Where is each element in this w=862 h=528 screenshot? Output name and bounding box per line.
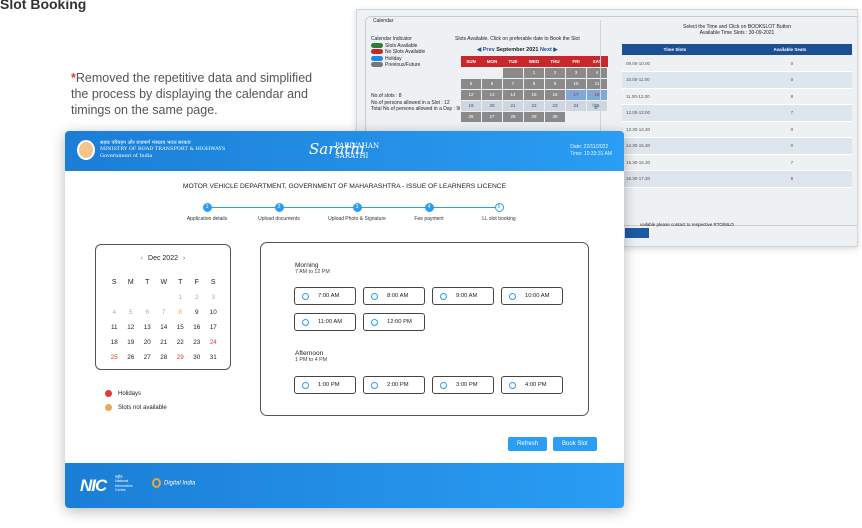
- action-buttons: Refresh Book Slot: [508, 437, 603, 451]
- old-bookslot-button[interactable]: [625, 228, 649, 238]
- nic-subtitle: राष्ट्रीय National Informatics Centre: [115, 475, 133, 492]
- slot-option[interactable]: 7:00 AM: [294, 287, 356, 305]
- slot-option[interactable]: 10:00 AM: [501, 287, 563, 305]
- old-footnote: vailable please contact to respective RT…: [640, 222, 734, 227]
- legend-holidays: Holidays: [105, 390, 141, 397]
- ministry-name: सड़क परिवहन और राजमार्ग मंत्रालय भारत सर…: [100, 140, 226, 159]
- cursor-icon: ⇘: [591, 101, 599, 111]
- old-right-note: Select the Time and Click on BOOKSLOT Bu…: [682, 24, 791, 36]
- morning-slot-row: 7:00 AM 8:00 AM 9:00 AM 10:00 AM: [294, 287, 570, 305]
- slot-option[interactable]: 8:00 AM: [363, 287, 425, 305]
- progress-stepper: 1 Application details 2 Upload documents 3…: [187, 203, 529, 225]
- refresh-button[interactable]: Refresh: [508, 437, 548, 451]
- unavailable-dot-icon: [105, 404, 112, 411]
- calendar-month: Dec 2022: [148, 255, 178, 262]
- old-calendar-grid: SUN MON TUE WED THU FRI SAT 1234 5 6 7 8 9 10 11 12 1…: [460, 56, 608, 123]
- old-slot-stats: No.of slots : 8 No.of persons allowed in…: [371, 93, 463, 113]
- calendar-grid[interactable]: SMTWTFS 123 4 5 6 7 8 9 10 11 12 13 14 15 16 17 18 19…: [106, 275, 222, 365]
- old-slot-row[interactable]: 10.00-11.00 0: [622, 71, 852, 89]
- digital-india-icon: [152, 478, 161, 488]
- old-month-nav: ◀ Prev September 2021 Next ▶: [477, 47, 558, 53]
- date-time: Date: 22/11/2022 Time: 10:33:31 AM: [570, 144, 612, 157]
- slot-option[interactable]: 3:00 PM: [432, 376, 494, 394]
- step-slot-booking[interactable]: 5 LL slot booking: [459, 203, 539, 222]
- prev-month-button[interactable]: ‹: [141, 255, 143, 262]
- app-footer: NIC राष्ट्रीय National Informatics Centre D…: [65, 463, 624, 508]
- old-next-link[interactable]: Next ▶: [540, 47, 558, 53]
- afternoon-heading: Afternoon 1 PM to 4 PM: [295, 350, 328, 363]
- step-upload-photo[interactable]: 3 Upload Photo & Signature: [317, 203, 397, 222]
- page-heading: Slot Booking: [0, 0, 87, 12]
- slot-option[interactable]: 4:00 PM: [501, 376, 563, 394]
- old-prev-link[interactable]: ◀ Prev: [477, 47, 495, 53]
- nic-logo: NIC: [80, 476, 107, 495]
- old-stat: Total No.of persons allowed in a Day : 9…: [371, 106, 462, 112]
- step-upload-documents[interactable]: 2 Upload documents: [239, 203, 319, 222]
- morning-slot-row: 11:00 AM 12:00 PM: [294, 313, 432, 331]
- next-month-button[interactable]: ›: [183, 255, 185, 262]
- old-slot-row[interactable]: 15.30-16.30 7: [622, 154, 852, 171]
- old-calendar-indicator: Calendar Indicator Slots Available No Sl…: [371, 36, 425, 69]
- calendar-header: ‹ Dec 2022 ›: [96, 255, 230, 262]
- legend-not-available: Slots not available: [105, 404, 167, 411]
- time-slot-panel: Morning 7 AM to 12 PM 7:00 AM 8:00 AM 9:0…: [260, 242, 589, 416]
- step-fee-payment[interactable]: 4 Fee payment: [389, 203, 469, 222]
- old-slot-row[interactable]: 12.00-13.00 7: [622, 104, 852, 122]
- afternoon-slot-row: 1:00 PM 2:00 PM 3:00 PM 4:00 PM: [294, 376, 570, 394]
- page-title: MOTOR VEHICLE DEPARTMENT, GOVERNMENT OF …: [182, 183, 507, 190]
- holiday-dot-icon: [105, 390, 112, 397]
- design-note: *Removed the repetitive data and simplif…: [71, 70, 321, 118]
- slot-option[interactable]: 9:00 AM: [432, 287, 494, 305]
- old-slot-row[interactable]: 14.30-15.30 0: [622, 137, 852, 155]
- old-time-slot-table: Time Slots Available Seats 09.00-10.00 0 1…: [622, 44, 852, 188]
- old-slot-row[interactable]: 11.00-12.00 8: [622, 88, 852, 105]
- app-header: सड़क परिवहन और राजमार्ग मंत्रालय भारत सर…: [65, 131, 624, 171]
- old-slot-row[interactable]: 16.30-17.30 8: [622, 170, 852, 188]
- slot-option[interactable]: 2:00 PM: [363, 376, 425, 394]
- emblem-icon: [77, 140, 95, 160]
- new-booking-app: सड़क परिवहन और राजमार्ग मंत्रालय भारत सर…: [65, 131, 624, 508]
- digital-india-logo: Digital India: [152, 478, 195, 488]
- note-text: Removed the repetitive data and simplifi…: [71, 71, 313, 117]
- slot-option[interactable]: 11:00 AM: [294, 313, 356, 331]
- slot-option[interactable]: 12:00 PM: [363, 313, 425, 331]
- old-slots-note: Slots Available. Click on preferable dat…: [455, 36, 580, 42]
- slot-option[interactable]: 1:00 PM: [294, 376, 356, 394]
- sarathi-logo-text: PARIVAHAN SARATHI: [335, 142, 380, 160]
- old-slot-row[interactable]: 13.30-14.30 0: [622, 121, 852, 138]
- morning-heading: Morning 7 AM to 12 PM: [295, 262, 330, 275]
- old-slot-row[interactable]: 09.00-10.00 0: [622, 55, 852, 72]
- step-application-details[interactable]: 1 Application details: [167, 203, 247, 222]
- old-calendar-title: Calendar: [371, 18, 396, 24]
- date-calendar: ‹ Dec 2022 › SMTWTFS 123 4 5 6 7 8 9 10 11 12 13 14…: [95, 244, 231, 370]
- book-slot-button[interactable]: Book Slot: [553, 437, 597, 451]
- old-month-label: September 2021: [496, 47, 539, 53]
- old-indicator-item: Previous/Future: [371, 62, 425, 69]
